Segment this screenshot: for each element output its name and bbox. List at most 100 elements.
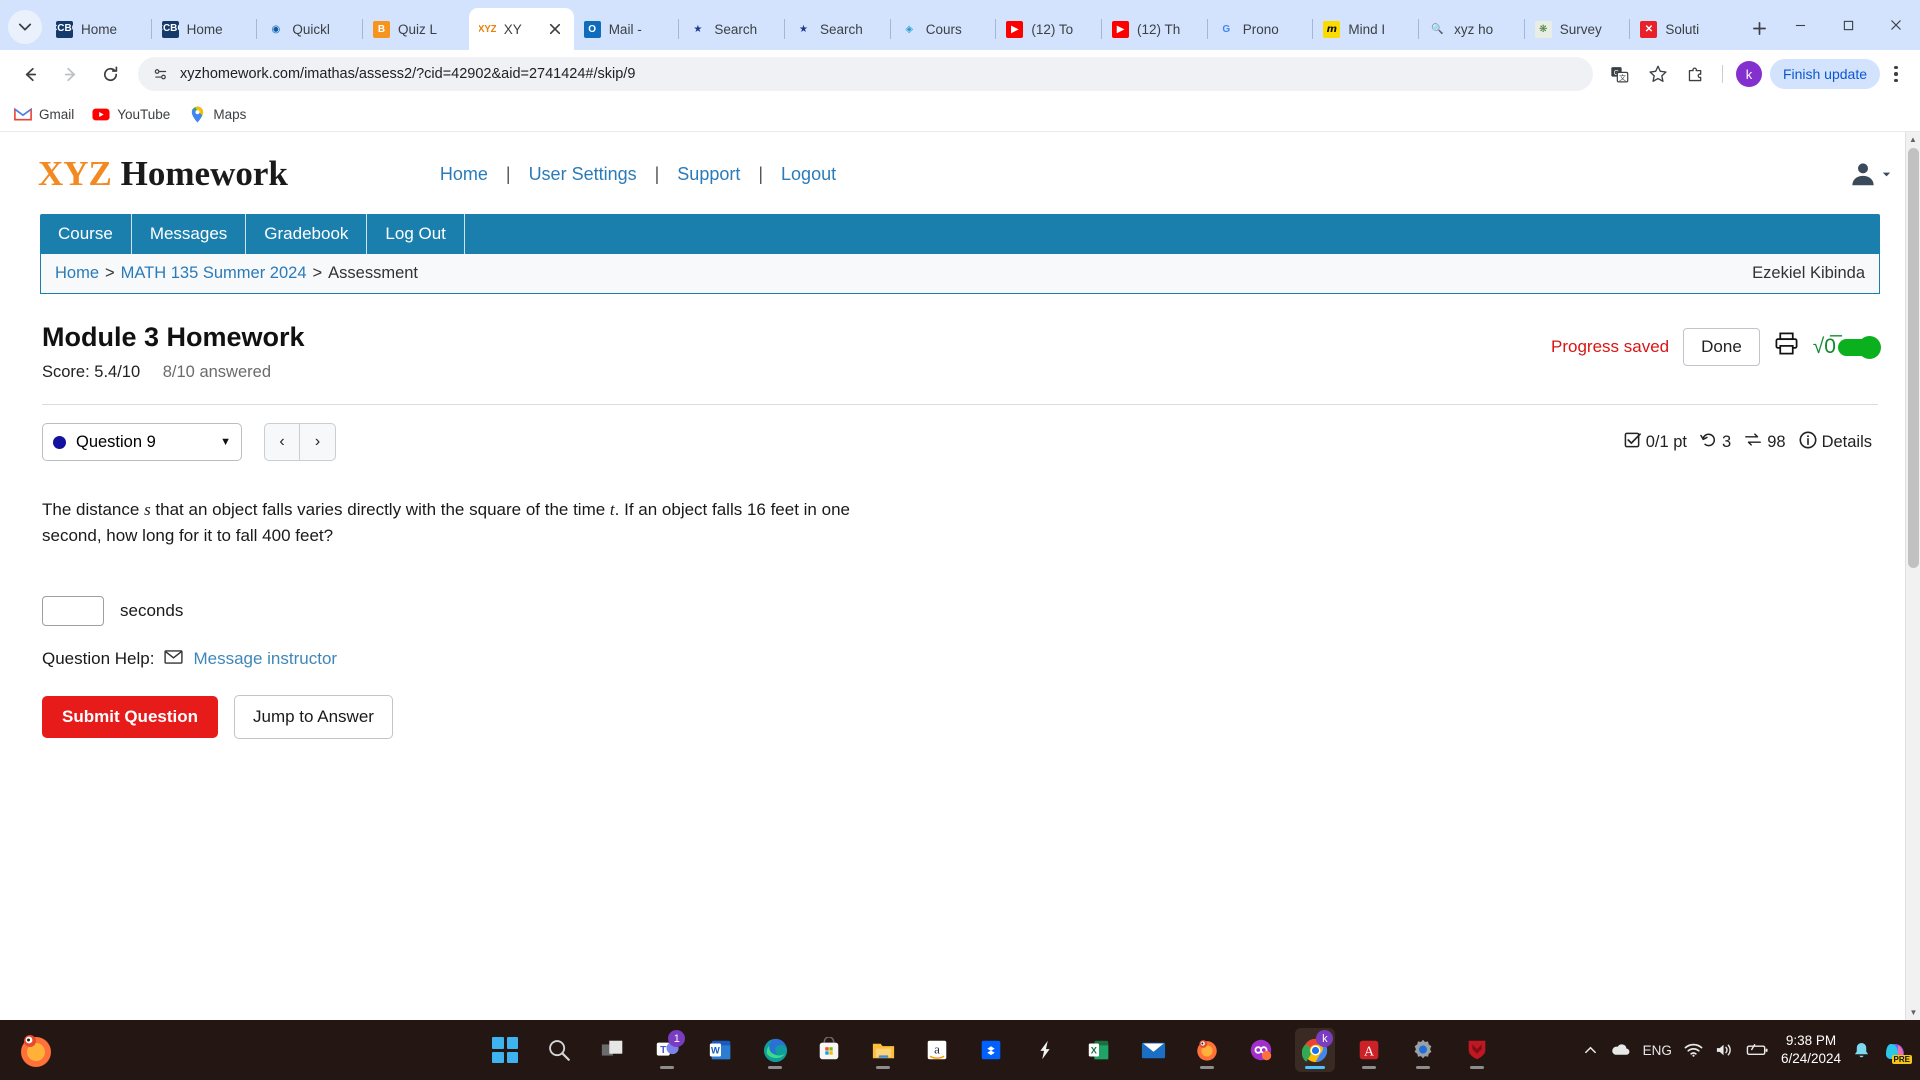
- clock[interactable]: 9:38 PM 6/24/2024: [1781, 1032, 1841, 1068]
- mcafee-app[interactable]: [1457, 1028, 1497, 1072]
- address-bar[interactable]: xyzhomework.com/imathas/assess2/?cid=429…: [138, 57, 1593, 91]
- bookmark-youtube[interactable]: YouTube: [92, 106, 170, 124]
- volume-icon[interactable]: [1715, 1042, 1734, 1058]
- bookmark-maps[interactable]: Maps: [188, 106, 246, 124]
- bookmark-star-icon[interactable]: [1642, 58, 1674, 90]
- new-tab-button[interactable]: [1742, 11, 1776, 45]
- nav-link-logout[interactable]: Logout: [781, 164, 836, 185]
- browser-tab[interactable]: O Mail -: [574, 8, 680, 50]
- settings-app[interactable]: [1403, 1028, 1443, 1072]
- submit-question-button[interactable]: Submit Question: [42, 696, 218, 738]
- breadcrumb-home[interactable]: Home: [55, 264, 99, 283]
- mail-app[interactable]: [1133, 1028, 1173, 1072]
- task-view-button[interactable]: [593, 1028, 633, 1072]
- tab-messages[interactable]: Messages: [132, 214, 247, 254]
- browser-tab[interactable]: B Quiz L: [362, 8, 469, 50]
- next-question-button[interactable]: ›: [300, 423, 336, 461]
- running-indicator: [1362, 1066, 1377, 1069]
- acrobat-app[interactable]: A: [1349, 1028, 1389, 1072]
- back-icon[interactable]: [14, 58, 46, 90]
- site-settings-icon[interactable]: [150, 64, 170, 84]
- jump-to-answer-button[interactable]: Jump to Answer: [234, 695, 393, 739]
- translate-icon[interactable]: G 文: [1604, 58, 1636, 90]
- tab-course[interactable]: Course: [40, 214, 132, 254]
- file-explorer-app[interactable]: [863, 1028, 903, 1072]
- scroll-down-icon[interactable]: ▼: [1906, 1005, 1920, 1020]
- browser-tab[interactable]: G Prono: [1206, 8, 1314, 50]
- teams-app[interactable]: T 1: [647, 1028, 687, 1072]
- details-group[interactable]: Details: [1799, 431, 1872, 454]
- excel-app[interactable]: X: [1079, 1028, 1119, 1072]
- prev-question-button[interactable]: ‹: [264, 423, 300, 461]
- breadcrumb-sep: >: [312, 264, 323, 282]
- close-window-button[interactable]: [1872, 4, 1920, 46]
- minimize-button[interactable]: [1776, 4, 1824, 46]
- answer-input[interactable]: [42, 596, 104, 626]
- browser-tab[interactable]: ◈ Cours: [889, 8, 997, 50]
- message-instructor-link[interactable]: Message instructor: [193, 649, 337, 669]
- scrollbar-thumb[interactable]: [1908, 148, 1919, 568]
- chrome-menu-icon[interactable]: [1882, 58, 1910, 90]
- dropbox-icon: [982, 1040, 1001, 1060]
- close-icon[interactable]: [546, 20, 564, 38]
- user-menu[interactable]: [1848, 159, 1892, 189]
- reload-icon[interactable]: [94, 58, 126, 90]
- site-logo[interactable]: XYZ Homework: [38, 154, 288, 194]
- browser-tab[interactable]: ❋ Survey: [1523, 8, 1631, 50]
- browser-tab[interactable]: ★ Search: [784, 8, 891, 50]
- battery-icon[interactable]: [1746, 1043, 1769, 1057]
- chrome-app[interactable]: k: [1295, 1028, 1336, 1072]
- tab-gradebook[interactable]: Gradebook: [246, 214, 368, 254]
- mindtap-icon: 𝙢: [1323, 20, 1341, 38]
- copilot-icon[interactable]: PRE: [1882, 1038, 1912, 1064]
- maximize-button[interactable]: [1824, 4, 1872, 46]
- scroll-up-icon[interactable]: ▲: [1906, 132, 1920, 147]
- breadcrumb-course[interactable]: MATH 135 Summer 2024: [121, 264, 307, 283]
- browser-tab[interactable]: 🔍 xyz ho: [1418, 8, 1525, 50]
- firefox-app[interactable]: [10, 1024, 62, 1076]
- lightning-app[interactable]: [1025, 1028, 1065, 1072]
- store-app[interactable]: [809, 1028, 849, 1072]
- tab-log-out[interactable]: Log Out: [367, 214, 465, 254]
- question-select[interactable]: Question 9 ▼: [42, 423, 242, 461]
- tray-expand-icon[interactable]: [1583, 1043, 1598, 1058]
- browser-tab[interactable]: ▶ (12) Th: [1101, 8, 1208, 50]
- assessment-header: Module 3 Homework Score: 5.4/10 8/10 ans…: [42, 294, 1881, 382]
- running-indicator: [1470, 1066, 1485, 1069]
- infinity-app[interactable]: [1241, 1028, 1281, 1072]
- bookmark-gmail[interactable]: Gmail: [14, 106, 74, 124]
- start-button[interactable]: [485, 1028, 525, 1072]
- firefox-taskbar-app[interactable]: [1187, 1028, 1227, 1072]
- forward-icon[interactable]: [54, 58, 86, 90]
- browser-tab[interactable]: ◉ Quickl: [256, 8, 363, 50]
- nav-link-support[interactable]: Support: [677, 164, 740, 185]
- browser-tab-active[interactable]: XYZ XY: [468, 8, 574, 50]
- amazon-app[interactable]: a: [917, 1028, 957, 1072]
- page-scrollbar[interactable]: ▲ ▼: [1905, 132, 1920, 1020]
- finish-update-button[interactable]: Finish update: [1769, 59, 1880, 89]
- browser-tab[interactable]: ▶ (12) To: [995, 8, 1102, 50]
- profile-avatar[interactable]: k: [1735, 61, 1762, 87]
- word-app[interactable]: W: [701, 1028, 741, 1072]
- browser-tab[interactable]: ★ Search: [678, 8, 785, 50]
- notifications-bell-icon[interactable]: [1853, 1041, 1870, 1060]
- search-button[interactable]: [539, 1028, 579, 1072]
- extensions-icon[interactable]: [1680, 58, 1712, 90]
- nav-link-home[interactable]: Home: [440, 164, 488, 185]
- toggle-switch[interactable]: [1838, 335, 1881, 359]
- browser-tab[interactable]: CCBC Home: [150, 8, 258, 50]
- browser-tab[interactable]: ✕ Soluti: [1629, 8, 1736, 50]
- edge-app[interactable]: [755, 1028, 795, 1072]
- math-view-toggle[interactable]: √0̅: [1813, 335, 1881, 359]
- nav-link-user-settings[interactable]: User Settings: [529, 164, 637, 185]
- done-button[interactable]: Done: [1683, 328, 1760, 366]
- wifi-icon[interactable]: [1684, 1042, 1703, 1058]
- onedrive-icon[interactable]: [1610, 1043, 1631, 1057]
- dropbox-app[interactable]: [971, 1028, 1011, 1072]
- language-indicator[interactable]: ENG: [1643, 1043, 1672, 1058]
- ccbc-icon: CCBC: [161, 20, 179, 38]
- tab-search-icon[interactable]: [8, 10, 42, 44]
- browser-tab[interactable]: 𝙢 Mind I: [1312, 8, 1419, 50]
- browser-tab[interactable]: CCBC Home: [46, 8, 152, 50]
- printer-icon[interactable]: [1774, 331, 1799, 363]
